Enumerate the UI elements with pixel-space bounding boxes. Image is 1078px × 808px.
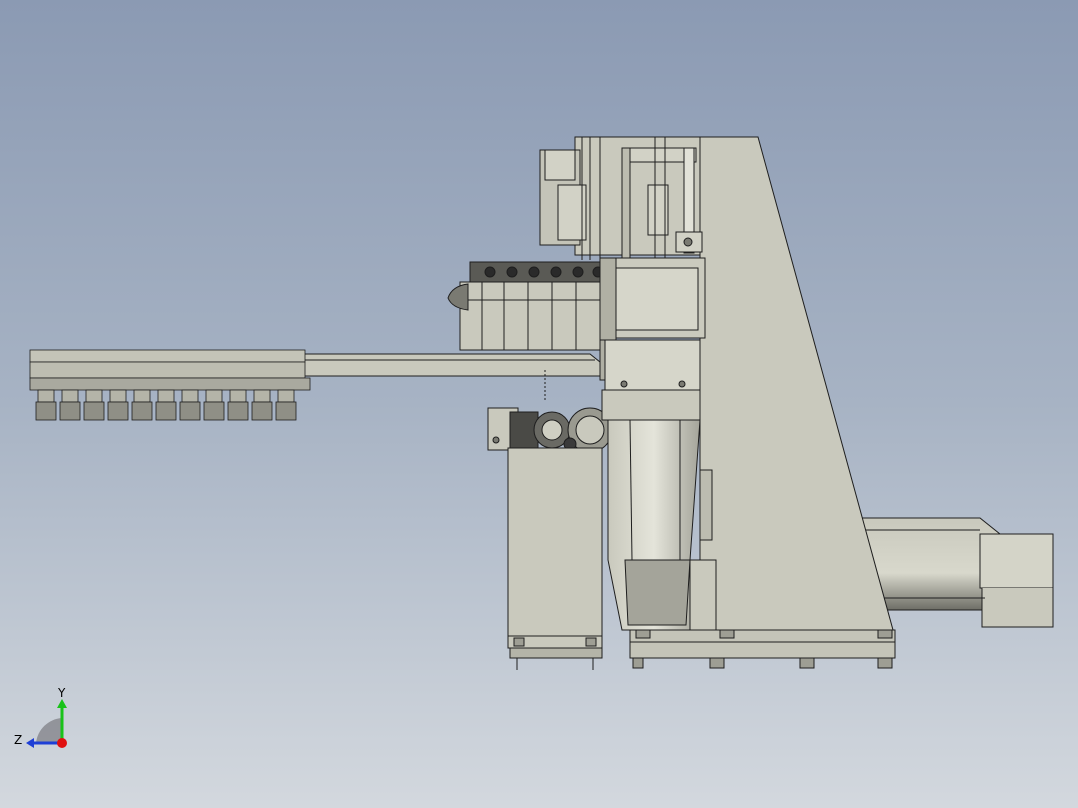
suction-cup bbox=[179, 401, 201, 421]
suction-cup bbox=[203, 401, 225, 421]
drive-unit bbox=[487, 407, 613, 453]
machine-model[interactable] bbox=[0, 0, 1078, 808]
orientation-triad: Y Z bbox=[10, 686, 80, 756]
suction-cup-body bbox=[229, 389, 247, 403]
y-axis-head bbox=[57, 699, 67, 708]
y-axis-label: Y bbox=[57, 686, 66, 700]
suction-cup-body bbox=[157, 389, 175, 403]
suction-cup bbox=[83, 401, 105, 421]
head-block bbox=[447, 257, 706, 354]
suction-cup-body bbox=[253, 389, 271, 403]
suction-cup bbox=[131, 401, 153, 421]
suction-cup-body bbox=[181, 389, 199, 403]
upper-column bbox=[539, 136, 703, 260]
gripper-row bbox=[29, 349, 311, 421]
suction-cup-body bbox=[205, 389, 223, 403]
x-axis-dot bbox=[57, 738, 67, 748]
suction-cup-body bbox=[109, 389, 127, 403]
suction-cup bbox=[35, 401, 57, 421]
suction-cup bbox=[59, 401, 81, 421]
triad-arc bbox=[36, 718, 62, 743]
discharge-duct bbox=[859, 517, 1054, 628]
suction-cup bbox=[227, 401, 249, 421]
cad-viewport[interactable]: Y Z bbox=[0, 0, 1078, 808]
hopper bbox=[601, 339, 717, 631]
z-axis-head bbox=[26, 738, 34, 748]
suction-cup bbox=[251, 401, 273, 421]
suction-cup-body bbox=[277, 389, 295, 403]
z-axis-label: Z bbox=[14, 733, 22, 747]
suction-cup bbox=[107, 401, 129, 421]
suction-cup-body bbox=[61, 389, 79, 403]
suction-cup bbox=[155, 401, 177, 421]
suction-cup bbox=[275, 401, 297, 421]
suction-cup-body bbox=[37, 389, 55, 403]
suction-cup-body bbox=[133, 389, 151, 403]
suction-cup-body bbox=[85, 389, 103, 403]
